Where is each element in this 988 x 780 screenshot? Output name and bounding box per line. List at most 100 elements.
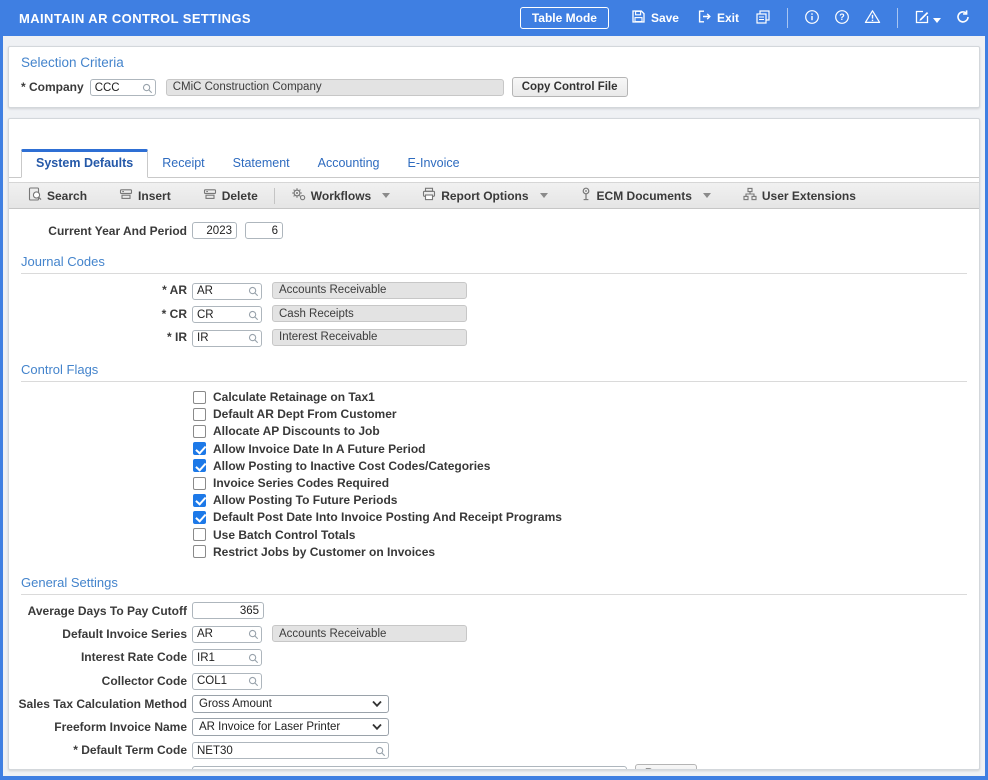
ar-code-input[interactable]: [192, 283, 262, 300]
control-flags-heading: Control Flags: [21, 362, 967, 382]
default-invoice-series-input[interactable]: [192, 626, 262, 643]
company-logo-input[interactable]: [192, 766, 627, 770]
flag-row: Default AR Dept From Customer: [193, 406, 979, 423]
warning-button[interactable]: [862, 7, 883, 29]
edit-menu-button[interactable]: [912, 7, 943, 30]
average-days-input[interactable]: [192, 602, 264, 619]
edit-icon: [914, 9, 930, 28]
ar-code-lookup: [192, 281, 262, 300]
ir-label: * IR: [9, 330, 187, 344]
sales-tax-method-row: Sales Tax Calculation Method Gross Amoun…: [9, 695, 979, 713]
current-year-input[interactable]: [192, 222, 237, 239]
company-code-input[interactable]: [90, 79, 156, 96]
chevron-down-icon: [933, 11, 941, 26]
workflows-button[interactable]: Workflows: [282, 184, 399, 207]
current-period-input[interactable]: [245, 222, 283, 239]
copy-control-file-button[interactable]: Copy Control File: [512, 77, 628, 97]
company-row: * Company CMiC Construction Company Copy…: [21, 77, 967, 97]
freeform-invoice-row: Freeform Invoice Name AR Invoice for Las…: [9, 718, 979, 736]
tab-system-defaults[interactable]: System Defaults: [21, 149, 148, 178]
page-body: Selection Criteria * Company CMiC Constr…: [3, 36, 985, 770]
flag-row: Calculate Retainage on Tax1: [193, 389, 979, 406]
flag-row: Invoice Series Codes Required: [193, 474, 979, 491]
restrict-jobs-checkbox[interactable]: [193, 545, 206, 558]
refresh-button[interactable]: [953, 7, 973, 30]
ir-journal-row: * IR Interest Receivable: [9, 328, 979, 347]
record-toolbar: Search Insert Delete Workflows: [9, 182, 979, 209]
default-post-date-checkbox[interactable]: [193, 511, 206, 524]
tab-e-invoice[interactable]: E-Invoice: [394, 150, 474, 177]
cr-label: * CR: [9, 307, 187, 321]
ecm-documents-button[interactable]: ECM Documents: [571, 184, 720, 207]
allow-invoice-future-date-checkbox[interactable]: [193, 442, 206, 455]
journal-codes-heading: Journal Codes: [21, 254, 967, 274]
default-ar-dept-checkbox[interactable]: [193, 408, 206, 421]
default-term-code-input[interactable]: [192, 742, 389, 759]
chevron-down-icon: [382, 193, 390, 198]
cr-code-lookup: [192, 305, 262, 324]
app-window: MAINTAIN AR CONTROL SETTINGS Table Mode …: [0, 0, 988, 780]
ir-description-field: Interest Receivable: [272, 329, 467, 346]
delete-row-icon: [203, 187, 217, 204]
calculate-retainage-checkbox[interactable]: [193, 391, 206, 404]
flag-row: Use Batch Control Totals: [193, 526, 979, 543]
ir-code-lookup: [192, 328, 262, 347]
insert-row-icon: [119, 187, 133, 204]
company-logo-label: Company Logo File Name: [9, 767, 187, 770]
invoice-series-required-checkbox[interactable]: [193, 477, 206, 490]
use-batch-control-totals-checkbox[interactable]: [193, 528, 206, 541]
allow-posting-future-checkbox[interactable]: [193, 494, 206, 507]
allow-posting-inactive-checkbox[interactable]: [193, 459, 206, 472]
average-days-label: Average Days To Pay Cutoff: [9, 604, 187, 618]
search-button[interactable]: Search: [19, 184, 96, 207]
user-extensions-button[interactable]: User Extensions: [734, 184, 865, 207]
exit-button[interactable]: Exit: [693, 7, 743, 29]
ir-code-input[interactable]: [192, 330, 262, 347]
info-button[interactable]: [802, 7, 822, 30]
titlebar-actions: Table Mode Save Exit ?: [520, 7, 973, 30]
default-invoice-series-lookup: [192, 624, 262, 643]
copy-pages-button[interactable]: [753, 7, 773, 30]
default-invoice-series-row: Default Invoice Series Accounts Receivab…: [9, 624, 979, 643]
selection-criteria-heading: Selection Criteria: [21, 55, 967, 70]
main-panel: System Defaults Receipt Statement Accoun…: [8, 118, 980, 770]
delete-button[interactable]: Delete: [194, 184, 267, 207]
form-content: Current Year And Period Journal Codes * …: [9, 209, 979, 770]
tab-accounting[interactable]: Accounting: [304, 150, 394, 177]
titlebar-divider: [787, 8, 788, 28]
collector-code-input[interactable]: [192, 673, 262, 690]
insert-button[interactable]: Insert: [110, 184, 180, 207]
allocate-ap-discounts-checkbox[interactable]: [193, 425, 206, 438]
sales-tax-method-select[interactable]: Gross Amount: [192, 695, 389, 713]
interest-rate-code-input[interactable]: [192, 649, 262, 666]
search-document-icon: [28, 187, 42, 204]
report-options-button[interactable]: Report Options: [413, 184, 556, 207]
pin-icon: [580, 187, 592, 204]
chevron-down-icon: [703, 193, 711, 198]
refresh-icon: [955, 9, 971, 28]
interest-rate-code-label: Interest Rate Code: [9, 650, 187, 664]
company-logo-row: Company Logo File Name Browse: [9, 764, 979, 770]
save-button[interactable]: Save: [627, 7, 683, 29]
chevron-down-icon: [372, 698, 382, 710]
table-mode-button[interactable]: Table Mode: [520, 7, 609, 29]
cr-code-input[interactable]: [192, 306, 262, 323]
default-term-code-lookup: [192, 741, 389, 760]
toolbar-separator: [274, 188, 275, 204]
freeform-invoice-label: Freeform Invoice Name: [9, 720, 187, 734]
help-button[interactable]: ?: [832, 7, 852, 30]
cr-description-field: Cash Receipts: [272, 305, 467, 322]
ar-description-field: Accounts Receivable: [272, 282, 467, 299]
flag-row: Restrict Jobs by Customer on Invoices: [193, 543, 979, 560]
freeform-invoice-select[interactable]: AR Invoice for Laser Printer: [192, 718, 389, 736]
warning-icon: [864, 9, 881, 27]
flag-row: Allocate AP Discounts to Job: [193, 423, 979, 440]
flag-row: Allow Invoice Date In A Future Period: [193, 440, 979, 457]
company-code-lookup: [90, 78, 156, 97]
browse-button[interactable]: Browse: [635, 764, 697, 770]
tab-receipt[interactable]: Receipt: [148, 150, 218, 177]
collector-code-lookup: [192, 671, 262, 690]
flag-row: Allow Posting To Future Periods: [193, 492, 979, 509]
tab-statement[interactable]: Statement: [219, 150, 304, 177]
sales-tax-method-label: Sales Tax Calculation Method: [9, 697, 187, 711]
